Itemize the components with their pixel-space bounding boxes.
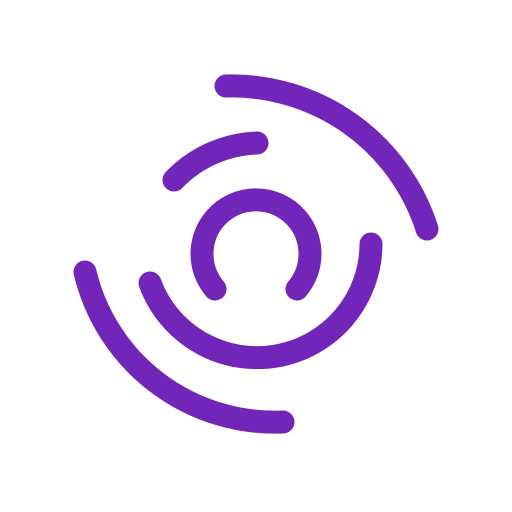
middle-arc-bottom [138, 232, 383, 370]
concentric-arcs-logo-icon [73, 74, 439, 434]
logo-canvas [0, 0, 512, 512]
middle-arc-top [162, 131, 269, 192]
inner-arc [190, 188, 322, 301]
